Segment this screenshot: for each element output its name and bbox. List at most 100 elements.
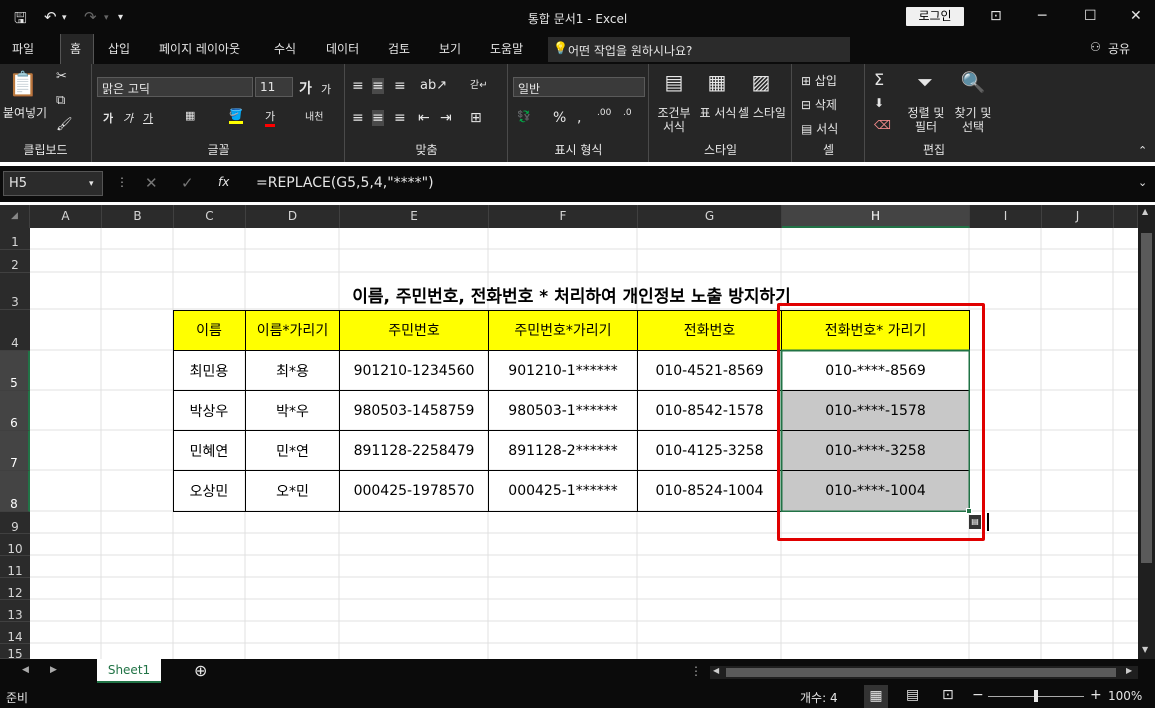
formula-input[interactable]: =REPLACE(G5,5,4,"****") [246, 171, 1152, 196]
tab-help[interactable]: 도움말 [490, 40, 523, 57]
cell-phone[interactable]: 010-8524-1004 [638, 471, 781, 511]
accounting-icon[interactable]: 💱 [517, 110, 531, 123]
scroll-right-icon[interactable]: ▶ [1126, 666, 1132, 675]
row-header-14[interactable]: 14 [0, 622, 30, 644]
row-header-4[interactable]: 4 [0, 310, 30, 351]
align-right-icon[interactable]: ≡ [394, 110, 406, 126]
row-header-2[interactable]: 2 [0, 250, 30, 273]
cell-rrn[interactable]: 980503-1458759 [340, 391, 488, 431]
horizontal-scrollbar[interactable]: ◀ ▶ [710, 666, 1138, 679]
formula-bar-options-icon[interactable]: ⋮ [116, 175, 128, 189]
cell-name[interactable]: 박상우 [173, 391, 245, 431]
column-header-c[interactable]: C [174, 205, 246, 228]
wrap-text-icon[interactable]: 갇↵ [470, 76, 488, 91]
cell-rrn[interactable]: 901210-1234560 [340, 351, 488, 391]
name-box-dropdown-icon[interactable]: ▾ [89, 179, 94, 189]
paste-icon[interactable]: 📋 [6, 72, 40, 96]
cut-icon[interactable]: ✂ [56, 70, 67, 84]
cell-rrn-masked[interactable]: 901210-1****** [489, 351, 637, 391]
column-header-j[interactable]: J [1042, 205, 1114, 228]
orientation-icon[interactable]: ab↗ [420, 78, 447, 93]
normal-view-icon[interactable]: ▦ [864, 685, 888, 708]
header-phone[interactable]: 전화번호 [638, 310, 781, 350]
zoom-slider-thumb[interactable] [1034, 690, 1038, 702]
borders-icon[interactable]: ▦ [185, 109, 195, 122]
column-header-f[interactable]: F [489, 205, 638, 228]
underline-icon[interactable]: 가 [143, 110, 153, 126]
cell-name-masked[interactable]: 민*연 [246, 431, 339, 471]
column-header-e[interactable]: E [340, 205, 489, 228]
row-header-12[interactable]: 12 [0, 578, 30, 600]
scroll-up-icon[interactable]: ▲ [1142, 207, 1148, 216]
row-header-5[interactable]: 5 [0, 351, 30, 391]
decrease-indent-icon[interactable]: ⇤ [418, 110, 430, 126]
percent-icon[interactable]: % [553, 110, 566, 126]
align-bottom-icon[interactable]: ≡ [394, 78, 406, 94]
font-size-select[interactable]: 11 [255, 77, 293, 97]
close-icon[interactable]: ✕ [1130, 8, 1142, 24]
format-as-table-button[interactable]: 표 서식 [698, 106, 738, 120]
cell-name-masked[interactable]: 최*용 [246, 351, 339, 391]
insert-function-icon[interactable]: fx [218, 175, 229, 189]
prev-sheet-icon[interactable]: ◀ [22, 665, 29, 675]
row-header-13[interactable]: 13 [0, 600, 30, 622]
maximize-icon[interactable]: ☐ [1084, 8, 1097, 24]
zoom-out-icon[interactable]: − [972, 687, 984, 703]
header-rrn[interactable]: 주민번호 [340, 310, 488, 350]
row-header-8[interactable]: 8 [0, 471, 30, 512]
expand-formula-icon[interactable]: ⌄ [1138, 176, 1147, 189]
align-left-icon[interactable]: ≡ [352, 110, 364, 126]
cell-rrn-masked[interactable]: 000425-1****** [489, 471, 637, 511]
cell-styles-icon[interactable]: ▨ [746, 72, 776, 92]
align-middle-icon[interactable]: ≡ [372, 78, 384, 94]
cell-phone[interactable]: 010-8542-1578 [638, 391, 781, 431]
cell-name[interactable]: 오상민 [173, 471, 245, 511]
fill-handle[interactable] [966, 508, 972, 514]
select-all-corner[interactable]: ◢ [0, 205, 30, 228]
comma-icon[interactable]: , [577, 110, 581, 126]
column-header-g[interactable]: G [638, 205, 782, 228]
paste-button[interactable]: 붙여넣기 [0, 106, 50, 120]
italic-icon[interactable]: 가 [123, 110, 133, 126]
tab-file[interactable]: 파일 [12, 40, 34, 57]
cell-rrn-masked[interactable]: 891128-2****** [489, 431, 637, 471]
zoom-in-icon[interactable]: + [1090, 687, 1102, 703]
scroll-left-icon[interactable]: ◀ [713, 666, 719, 675]
tab-review[interactable]: 검토 [388, 40, 410, 57]
cell-styles-button[interactable]: 셀 스타일 [738, 106, 786, 120]
format-as-table-icon[interactable]: ▦ [702, 72, 732, 92]
status-count[interactable]: 개수: 4 [800, 689, 838, 706]
worksheet-grid[interactable]: ◢ A B C D E F G H I J 1 2 3 4 5 6 7 8 9 … [0, 205, 1155, 659]
tab-view[interactable]: 보기 [439, 40, 461, 57]
row-header-7[interactable]: 7 [0, 431, 30, 471]
autosum-icon[interactable]: Σ [874, 70, 884, 89]
add-sheet-icon[interactable]: ⊕ [194, 661, 207, 680]
column-header-h[interactable]: H [782, 205, 970, 228]
tab-insert[interactable]: 삽입 [108, 40, 130, 57]
merge-center-icon[interactable]: ⊞ [470, 110, 482, 126]
column-header-b[interactable]: B [102, 205, 174, 228]
tab-data[interactable]: 데이터 [326, 40, 359, 57]
collapse-ribbon-icon[interactable]: ⌃ [1138, 144, 1147, 157]
row-header-10[interactable]: 10 [0, 534, 30, 556]
ribbon-display-icon[interactable]: ⊡ [990, 8, 1002, 24]
number-format-select[interactable]: 일반 [513, 77, 645, 97]
phonetic-icon[interactable]: 내천 [305, 108, 323, 123]
column-header-a[interactable]: A [30, 205, 102, 228]
grow-font-icon[interactable]: 가 [299, 78, 312, 98]
column-header-i[interactable]: I [970, 205, 1042, 228]
zoom-level[interactable]: 100% [1108, 689, 1142, 703]
font-color-icon[interactable]: 가 [265, 108, 276, 127]
page-layout-view-icon[interactable]: ▤ [906, 687, 919, 703]
share-button[interactable]: 공유 [1108, 40, 1130, 57]
row-header-9[interactable]: 9 [0, 512, 30, 534]
column-header-d[interactable]: D [246, 205, 340, 228]
tell-me-search[interactable]: 💡 어떤 작업을 원하시나요? [548, 37, 850, 62]
share-icon[interactable]: ⚇ [1090, 40, 1101, 54]
find-select-button[interactable]: 찾기 및 선택 [950, 106, 996, 134]
align-center-icon[interactable]: ≡ [372, 110, 384, 126]
row-header-1[interactable]: 1 [0, 228, 30, 250]
cell-phone[interactable]: 010-4125-3258 [638, 431, 781, 471]
horizontal-scroll-thumb[interactable] [726, 668, 1116, 677]
scroll-down-icon[interactable]: ▼ [1142, 645, 1148, 654]
